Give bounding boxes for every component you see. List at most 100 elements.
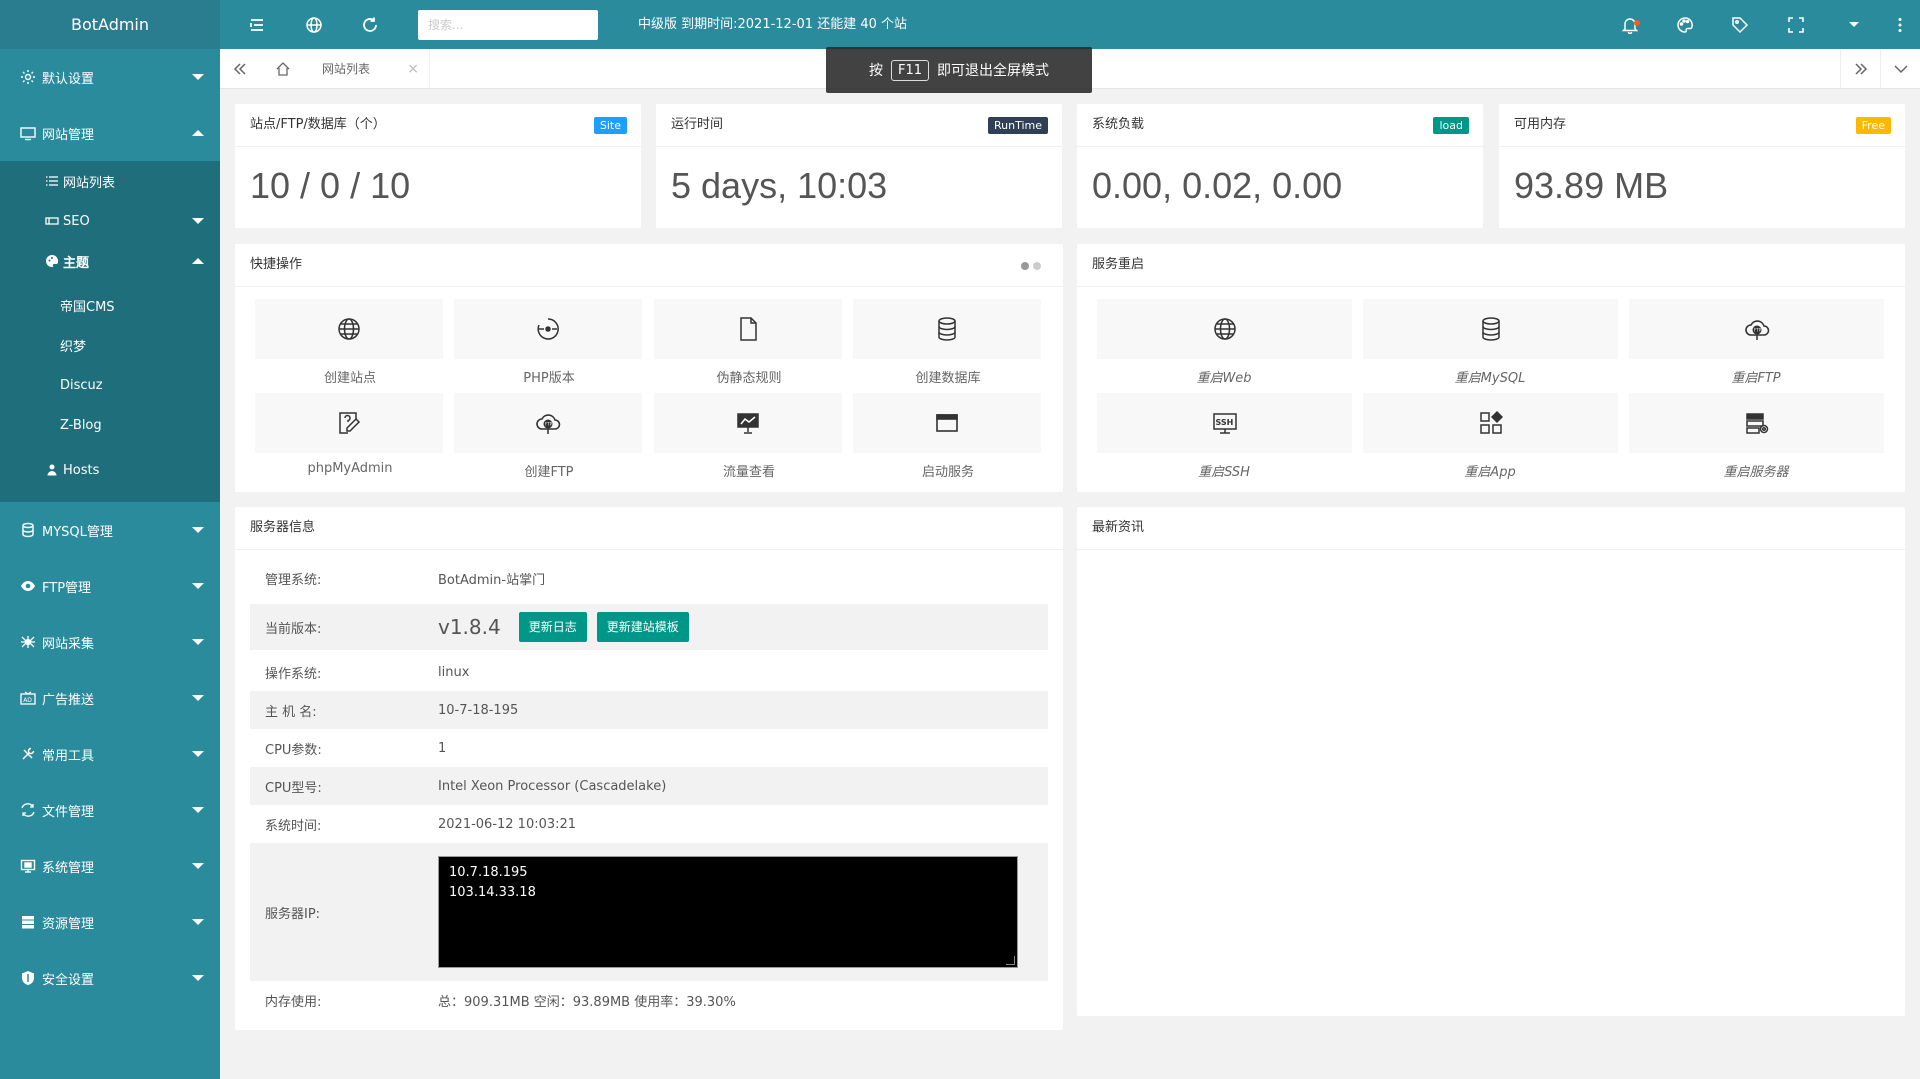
home-tab-button[interactable] — [263, 49, 303, 89]
quick-actions-card: 快捷操作 创建站点 PHP版本 伪静态规则 创建数据库 phpMyAdmin F… — [235, 244, 1063, 492]
search-input[interactable] — [418, 10, 598, 40]
create-database-tile[interactable] — [853, 299, 1041, 359]
create-site-tile[interactable] — [255, 299, 443, 359]
sidebar-item-label: 文件管理 — [42, 804, 95, 820]
resize-handle-icon[interactable] — [1006, 956, 1015, 965]
sidebar-item-label: 常用工具 — [42, 748, 95, 764]
info-row-memory: 内存使用: 总：909.31MB 空闲：93.89MB 使用率：39.30% — [250, 981, 1048, 1019]
fullscreen-button[interactable] — [1776, 0, 1816, 49]
sub-item-label: Hosts — [63, 462, 100, 478]
info-label: 主 机 名: — [265, 704, 317, 720]
sidebar-item-label: 网站管理 — [42, 127, 95, 143]
sidebar-item-system[interactable]: 系统管理 — [0, 838, 220, 894]
sidebar-item-hosts[interactable]: Hosts — [0, 450, 220, 490]
svg-text:SSH: SSH — [1215, 418, 1233, 427]
restart-app-tile[interactable] — [1363, 393, 1618, 453]
sidebar-item-mysql[interactable]: MYSQL管理 — [0, 502, 220, 558]
traffic-view-tile[interactable] — [654, 393, 842, 453]
sidebar-item-theme[interactable]: 主题 — [0, 241, 220, 281]
user-dropdown-button[interactable] — [1834, 0, 1874, 49]
toast-key: F11 — [890, 59, 930, 81]
sidebar-item-site-list[interactable]: 网站列表 — [0, 161, 220, 201]
sidebar-item-theme-empirecms[interactable]: 帝国CMS — [0, 285, 220, 325]
sub-item-label: 主题 — [63, 255, 90, 271]
info-row-system-time: 系统时间: 2021-06-12 10:03:21 — [250, 805, 1048, 843]
svg-text:FTP: FTP — [1754, 328, 1762, 333]
restart-mysql-tile[interactable] — [1363, 299, 1618, 359]
more-button[interactable] — [1880, 0, 1920, 49]
sidebar-item-ftp[interactable]: FTP管理 — [0, 558, 220, 614]
sidebar-item-resources[interactable]: 资源管理 — [0, 894, 220, 950]
sidebar-item-theme-zblog[interactable]: Z-Blog — [0, 405, 220, 445]
caret-down-icon — [192, 807, 204, 813]
tab-options-button[interactable] — [1880, 49, 1920, 89]
card-header: 站点/FTP/数据库（个） Site — [235, 104, 641, 147]
license-notice: 中级版 到期时间:2021-12-01 还能建 40 个站 — [638, 17, 908, 32]
info-row-hostname: 主 机 名: 10-7-18-195 — [250, 691, 1048, 729]
tab-site-list[interactable]: 网站列表 × — [310, 49, 430, 88]
version-number: v1.8.4 — [438, 615, 501, 639]
sidebar-item-tools[interactable]: 常用工具 — [0, 726, 220, 782]
info-value: Intel Xeon Processor (Cascadelake) — [438, 778, 667, 794]
start-service-tile[interactable] — [853, 393, 1041, 453]
sidebar-item-theme-dedecms[interactable]: 织梦 — [0, 325, 220, 365]
restart-server-tile[interactable] — [1629, 393, 1884, 453]
sidebar-item-label: FTP管理 — [42, 580, 92, 596]
restart-web-tile[interactable] — [1097, 299, 1352, 359]
phpmyadmin-tile[interactable] — [255, 393, 443, 453]
card-title: 运行时间 — [671, 117, 724, 132]
sidebar-item-default-settings[interactable]: 默认设置 — [0, 49, 220, 105]
theme-button[interactable] — [1665, 0, 1705, 49]
sidebar-item-label: 安全设置 — [42, 972, 95, 988]
restart-ftp-tile[interactable]: FTP — [1629, 299, 1884, 359]
refresh-button[interactable] — [350, 0, 390, 49]
caret-down-icon — [192, 863, 204, 869]
tile-label: 伪静态规则 — [716, 371, 782, 386]
restart-ssh-tile[interactable]: SSH — [1097, 393, 1352, 453]
tile-label: 重启SSH — [1198, 465, 1250, 480]
ssh-terminal-icon: SSH — [1212, 413, 1237, 434]
list-icon — [45, 174, 59, 188]
tile-label: 创建站点 — [323, 371, 376, 386]
changelog-button[interactable]: 更新日志 — [518, 612, 587, 642]
notification-button[interactable] — [1610, 0, 1650, 49]
tag-button[interactable] — [1720, 0, 1760, 49]
php-icon — [537, 318, 559, 340]
cloud-ftp-icon: FTP — [1744, 320, 1769, 340]
info-label: CPU参数: — [265, 742, 322, 758]
ip-line: 10.7.18.195 — [449, 865, 528, 880]
tile-label: 重启服务器 — [1723, 465, 1789, 480]
create-ftp-tile[interactable]: FTP — [454, 393, 642, 453]
menu-toggle-button[interactable] — [237, 0, 277, 49]
sidebar-item-theme-discuz[interactable]: Discuz — [0, 365, 220, 405]
website-button[interactable] — [294, 0, 334, 49]
update-template-button[interactable]: 更新建站模板 — [596, 612, 689, 642]
carousel-dot[interactable] — [1021, 262, 1029, 270]
stat-value: 93.89 MB — [1514, 165, 1669, 206]
globe-icon — [306, 16, 322, 33]
sidebar-item-ads[interactable]: AD 广告推送 — [0, 670, 220, 726]
info-value: v1.8.4 更新日志 更新建站模板 — [438, 612, 1048, 642]
carousel-dots[interactable] — [1021, 262, 1041, 270]
php-version-tile[interactable] — [454, 299, 642, 359]
status-badge: RunTime — [987, 117, 1048, 134]
app-logo: BotAdmin — [0, 0, 220, 49]
tab-close-icon[interactable]: × — [407, 61, 419, 77]
sidebar-item-seo[interactable]: SEO — [0, 201, 220, 241]
sidebar-item-collection[interactable]: 网站采集 — [0, 614, 220, 670]
sub-item-label: Z-Blog — [60, 417, 102, 433]
caret-down-icon — [1849, 21, 1859, 27]
seo-icon — [45, 214, 59, 228]
tab-scroll-left-button[interactable] — [220, 49, 260, 89]
sidebar-item-file-management[interactable]: 文件管理 — [0, 782, 220, 838]
server-ip-textarea[interactable]: 10.7.18.195 103.14.33.18 — [438, 856, 1018, 968]
tile-label: 创建数据库 — [915, 371, 981, 386]
carousel-dot[interactable] — [1033, 262, 1041, 270]
sidebar-item-site-management[interactable]: 网站管理 — [0, 105, 220, 161]
tab-scroll-right-button[interactable] — [1840, 49, 1881, 89]
rewrite-rules-tile[interactable] — [654, 299, 842, 359]
globe-icon — [338, 318, 360, 340]
sidebar-item-label: 网站采集 — [42, 636, 95, 652]
sidebar-item-security[interactable]: 安全设置 — [0, 950, 220, 1006]
tile-label: phpMyAdmin — [307, 461, 393, 476]
